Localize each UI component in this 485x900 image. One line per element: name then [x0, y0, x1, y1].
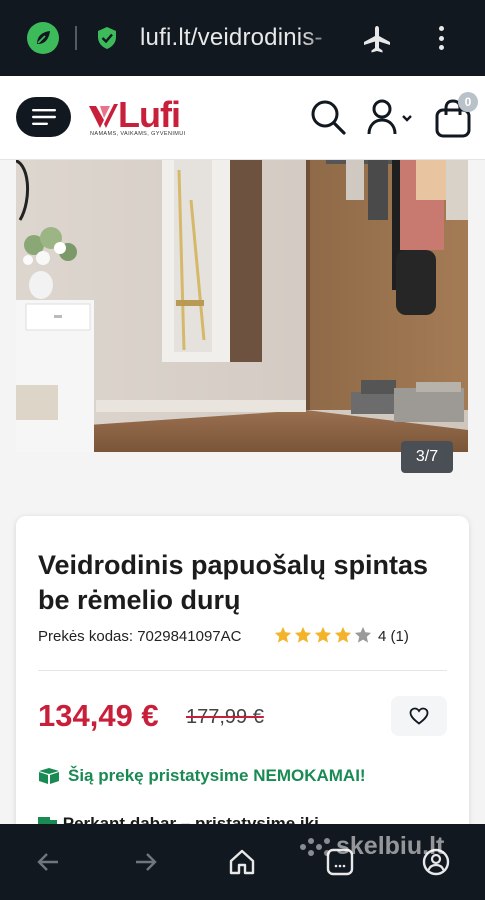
star-filled-icon	[294, 626, 312, 643]
more-vert-icon[interactable]	[438, 26, 444, 50]
logo-tagline: NAMAMS, VAIKAMS, GYVENIMUI	[90, 131, 186, 137]
lock-shield-icon[interactable]	[96, 26, 118, 50]
old-price: 177,99 €	[186, 706, 264, 728]
product-image[interactable]	[16, 160, 468, 452]
watermark: skelbiu.lt	[298, 832, 444, 861]
logo-wordmark: Lufi	[118, 94, 181, 135]
star-filled-icon	[274, 626, 292, 643]
search-icon[interactable]	[309, 98, 347, 136]
product-info-card: Veidrodinis papuošalų spintas be rėmelio…	[16, 516, 469, 846]
watermark-dots-icon	[300, 837, 330, 856]
browser-toolbar: lufi.lt/veidrodinis-	[0, 0, 485, 76]
product-gallery[interactable]: 3/7	[0, 160, 485, 495]
site-header: Lufi NAMAMS, VAIKAMS, GYVENIMUI	[0, 76, 485, 160]
toolbar-divider	[75, 26, 77, 50]
airplane-icon	[362, 24, 392, 54]
image-counter: 3/7	[401, 441, 453, 473]
back-arrow-icon[interactable]	[34, 848, 62, 876]
hamburger-icon	[31, 109, 56, 125]
delivery-box-icon	[39, 768, 59, 784]
menu-button[interactable]	[16, 97, 71, 137]
site-logo[interactable]: Lufi NAMAMS, VAIKAMS, GYVENIMUI	[88, 94, 200, 142]
user-account-icon[interactable]	[366, 98, 416, 136]
forward-arrow-icon[interactable]	[132, 848, 160, 876]
current-price: 134,49 €	[38, 698, 159, 733]
star-filled-icon	[334, 626, 352, 643]
rating-count[interactable]: 4 (1)	[378, 628, 409, 645]
leaf-icon[interactable]	[27, 22, 59, 54]
heart-icon	[409, 707, 429, 725]
rating-stars[interactable]	[274, 626, 372, 644]
home-icon[interactable]	[228, 848, 256, 876]
star-filled-icon	[314, 626, 332, 643]
free-shipping-text: Šią prekę pristatysime NEMOKAMAI!	[68, 766, 366, 785]
product-title: Veidrodinis papuošalų spintas be rėmelio…	[38, 550, 429, 615]
product-sku: Prekės kodas: 7029841097AC	[38, 628, 242, 645]
cart-count-badge: 0	[458, 92, 478, 112]
url-fade	[300, 20, 345, 56]
watermark-text: skelbiu.lt	[336, 832, 445, 860]
logo-mark-icon	[89, 104, 118, 128]
wishlist-button[interactable]	[391, 696, 447, 736]
divider	[38, 670, 447, 671]
star-empty-icon	[354, 626, 372, 643]
free-shipping-note: Šią prekę pristatysime NEMOKAMAI!	[38, 766, 366, 786]
